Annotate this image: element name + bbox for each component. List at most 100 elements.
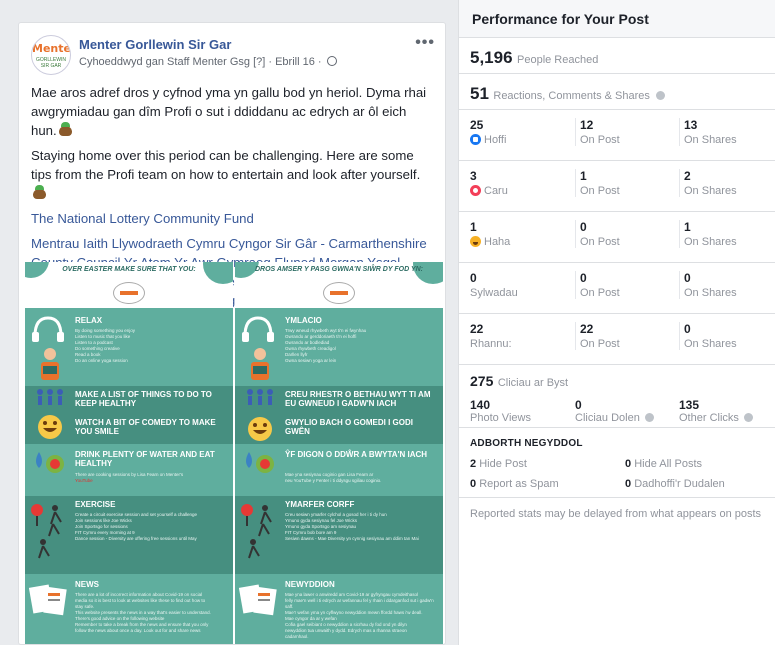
info-icon[interactable] xyxy=(656,91,666,100)
post-author: Cyhoeddwyd gan Staff Menter Gsg xyxy=(79,56,251,68)
section-line: Do an online yoga session xyxy=(75,358,128,363)
reaction-row-haha: 1 Haha 0 On Post 1 On Shares xyxy=(459,212,775,263)
negative-feedback: ADBORTH NEGYDDOL 2 Hide Post 0 Hide All … xyxy=(459,428,775,498)
infographic-welsh[interactable]: DROS AMSER Y PASG GWNA'N SIŴR DY FOD YN:… xyxy=(235,262,443,644)
more-options-button[interactable]: ••• xyxy=(415,34,435,52)
reaction-total-value: 1 xyxy=(470,220,477,234)
section-title: MAKE A LIST OF THINGS TO DO TO KEEP HEAL… xyxy=(75,390,212,408)
section-line: Gwna sesiwn yoga ar lein xyxy=(285,358,337,363)
post-text-english: Staying home over this period can be cha… xyxy=(31,148,421,182)
other-clicks-value: 135 xyxy=(679,398,700,412)
laughing-emoji-icon xyxy=(38,415,62,439)
like-icon xyxy=(470,134,481,145)
haha-icon xyxy=(470,236,481,247)
reaction-on-post: 12 On Post xyxy=(575,118,675,146)
avatar-logo-text: Menter xyxy=(32,42,71,55)
post-author-ref[interactable]: [?] xyxy=(253,56,265,68)
people-icon xyxy=(247,389,273,405)
people-reached: 5,196 People Reached xyxy=(459,38,775,74)
section-title: YMLACIO xyxy=(285,316,322,325)
fund-link[interactable]: The National Lottery Community Fund xyxy=(31,211,254,226)
section-title: CREU RHESTR O BETHAU WYT TI AM EU GWNEUD… xyxy=(285,390,431,408)
report-spam-value: 0 xyxy=(470,478,477,490)
section-line: Dance session - Diversity are offering f… xyxy=(75,536,197,541)
reaction-on-shares: 2 On Shares xyxy=(679,169,775,197)
other-clicks: 135 Other Clicks xyxy=(679,398,753,424)
exercise-figures-icon xyxy=(241,504,272,559)
on-shares-label: On Shares xyxy=(684,134,737,146)
photo-views-value: 140 xyxy=(470,398,491,412)
post-card: Menter GORLLEWIN SIR GAR Menter Gorllewi… xyxy=(18,22,446,645)
reaction-total-value: 0 xyxy=(470,271,477,285)
reading-person-icon xyxy=(251,348,269,380)
reaction-on-shares: 0 On Shares xyxy=(679,271,775,299)
youtube-label: YouTube xyxy=(75,478,93,483)
section-line: Sesiwn dawns - Mae Diversity yn cynnig s… xyxy=(285,536,419,541)
reaction-total: 22 Rhannu: xyxy=(470,322,570,350)
unlike-page-label: Dadhoffi'r Dudalen xyxy=(634,478,725,490)
post-meta: Cyhoeddwyd gan Staff Menter Gsg [?] · Eb… xyxy=(79,56,337,68)
newspapers-icon xyxy=(29,584,67,616)
water-and-food-icon xyxy=(36,452,64,473)
reaction-total: 0 Sylwadau xyxy=(470,271,570,299)
report-spam-label: Report as Spam xyxy=(479,478,559,490)
section-body: There are cooking sessions by Lisa Fearn… xyxy=(75,472,225,484)
on-shares-value: 0 xyxy=(684,322,691,336)
profi-logo xyxy=(323,282,355,304)
reaction-total-value: 22 xyxy=(470,322,484,336)
reaction-label: Sylwadau xyxy=(470,287,518,299)
section-body: There are a lot of incorrect information… xyxy=(75,592,225,634)
reaction-on-post: 1 On Post xyxy=(575,169,675,197)
people-reached-value: 5,196 xyxy=(470,48,513,67)
info-icon[interactable] xyxy=(644,413,654,422)
people-reached-label: People Reached xyxy=(517,54,599,66)
on-post-value: 0 xyxy=(580,271,587,285)
engagement-summary: 51 Reactions, Comments & Shares xyxy=(459,74,775,110)
hide-post-label: Hide Post xyxy=(479,458,527,470)
infographic-header: DROS AMSER Y PASG GWNA'N SIŴR DY FOD YN: xyxy=(235,262,443,308)
link-clicks-label: Cliciau Dolen xyxy=(575,412,640,424)
reaction-total: 1 Haha xyxy=(470,220,570,248)
reaction-row-comments: 0 Sylwadau 0 On Post 0 On Shares xyxy=(459,263,775,314)
reaction-breakdown: 25 Hoffi 12 On Post 13 On Shares 3 Caru 1 On … xyxy=(459,110,775,365)
on-post-label: On Post xyxy=(580,185,620,197)
easter-egg-icon xyxy=(33,185,46,199)
reaction-total: 25 Hoffi xyxy=(470,118,570,146)
hide-all-value: 0 xyxy=(625,458,632,470)
post-date[interactable]: · Ebrill 16 · xyxy=(268,56,321,68)
page-name-link[interactable]: Menter Gorllewin Sir Gar xyxy=(79,37,231,52)
section-line: follow the news about once a day. Look o… xyxy=(75,628,201,633)
people-icon xyxy=(37,389,63,405)
infographics[interactable]: OVER EASTER MAKE SURE THAT YOU: RELAX By… xyxy=(19,262,445,644)
section-title: EXERCISE xyxy=(75,500,116,509)
section-title: DRINK PLENTY OF WATER AND EAT HEALTHY xyxy=(75,450,215,468)
page-avatar[interactable]: Menter GORLLEWIN SIR GAR xyxy=(31,35,71,75)
report-spam-stat: 0 Report as Spam xyxy=(470,478,559,490)
avatar-logo-subtext: GORLLEWIN SIR GAR xyxy=(35,57,66,69)
other-clicks-label: Other Clicks xyxy=(679,412,739,424)
section-title: RELAX xyxy=(75,316,103,325)
post-header: Menter GORLLEWIN SIR GAR Menter Gorllewi… xyxy=(19,23,445,75)
reaction-row-like: 25 Hoffi 12 On Post 13 On Shares xyxy=(459,110,775,161)
photo-views-label: Photo Views xyxy=(470,412,531,424)
on-post-value: 1 xyxy=(580,169,587,183)
photo-views: 140 Photo Views xyxy=(470,398,531,424)
globe-icon xyxy=(326,56,337,66)
reaction-row-shares: 22 Rhannu: 22 On Post 0 On Shares xyxy=(459,314,775,365)
section-title: GWYLIO BACH O GOMEDI I GODI GWÊN xyxy=(285,418,413,436)
on-shares-label: On Shares xyxy=(684,338,737,350)
section-title: ŶF DIGON O DDŴR A BWYTA'N IACH xyxy=(285,450,428,459)
love-icon xyxy=(470,185,481,196)
post-text-welsh: Mae aros adref dros y cyfnod yma yn gall… xyxy=(31,85,427,138)
infographic-header: OVER EASTER MAKE SURE THAT YOU: xyxy=(25,262,233,308)
hide-post-value: 2 xyxy=(470,458,477,470)
reaction-total: 3 Caru xyxy=(470,169,570,197)
info-icon[interactable] xyxy=(743,413,753,422)
infographic-english[interactable]: OVER EASTER MAKE SURE THAT YOU: RELAX By… xyxy=(25,262,233,644)
on-post-label: On Post xyxy=(580,338,620,350)
post-clicks-value: 275 xyxy=(470,373,494,389)
on-shares-value: 13 xyxy=(684,118,698,132)
reaction-total-value: 25 xyxy=(470,118,484,132)
newspapers-icon xyxy=(239,584,277,616)
reaction-on-shares: 0 On Shares xyxy=(679,322,775,350)
